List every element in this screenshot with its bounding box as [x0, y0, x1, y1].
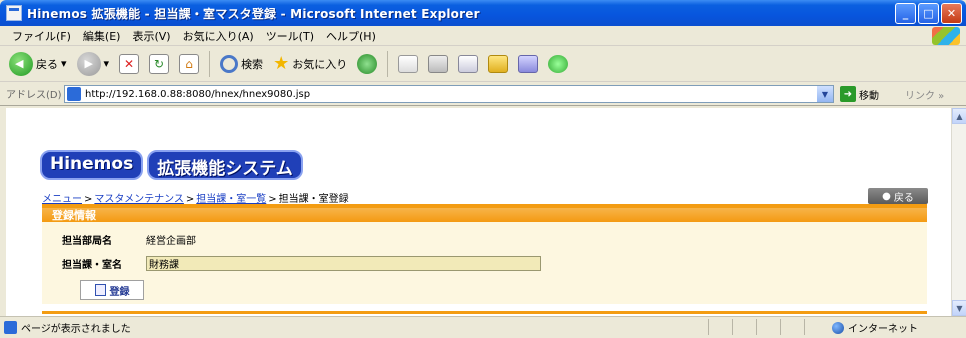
back-nav-label: 戻る — [36, 57, 58, 71]
links-button[interactable]: リンク » — [905, 87, 944, 102]
forward-dropdown-icon[interactable]: ▾ — [104, 57, 110, 70]
logo-extension-text: 拡張機能システム — [147, 150, 303, 180]
windows-logo-icon — [932, 27, 960, 45]
menu-file[interactable]: ファイル(F) — [6, 28, 77, 44]
window-controls: _ □ ✕ — [895, 3, 962, 24]
go-label: 移動 — [859, 90, 879, 102]
research-button[interactable] — [515, 53, 541, 75]
print-icon — [428, 54, 449, 73]
scroll-up-icon[interactable]: ▲ — [952, 108, 966, 124]
hinemos-logo: Hinemos 拡張機能システム — [40, 150, 303, 180]
page-content: Hinemos 拡張機能システム メニュー > マスタメンテナンス > 担当課・室一覧 >… — [6, 108, 951, 316]
research-icon — [518, 54, 539, 73]
registration-form: 担当部局名 経営企画部 担当課・室名 登録 — [42, 222, 927, 304]
menu-tools[interactable]: ツール(T) — [260, 28, 320, 44]
search-label: 検索 — [241, 57, 264, 71]
refresh-button[interactable]: ↻ — [146, 52, 172, 76]
folder-button[interactable] — [485, 53, 511, 75]
minimize-button[interactable]: _ — [895, 3, 916, 24]
mail-button[interactable] — [395, 53, 421, 75]
menu-edit[interactable]: 編集(E) — [77, 28, 127, 44]
ie-icon — [6, 5, 22, 21]
zone-label: インターネット — [848, 324, 918, 335]
favorites-label: お気に入り — [292, 57, 348, 71]
menu-help[interactable]: ヘルプ(H) — [320, 28, 382, 44]
status-cells — [708, 319, 828, 335]
registration-panel: 登録情報 担当部局名 経営企画部 担当課・室名 登録 — [42, 204, 927, 314]
address-bar: アドレス(D) http://192.168.0.88:8080/hnex/hn… — [0, 82, 966, 106]
title-bar: Hinemos 拡張機能 - 担当課・室マスタ登録 - Microsoft In… — [0, 0, 966, 26]
back-dropdown-icon[interactable]: ▾ — [61, 57, 67, 70]
menu-view[interactable]: 表示(V) — [126, 28, 176, 44]
maximize-button[interactable]: □ — [918, 3, 939, 24]
favorites-star-icon: ★ — [273, 53, 290, 74]
status-cell — [732, 319, 756, 335]
address-dropdown-icon[interactable]: ▼ — [817, 86, 833, 102]
forward-nav-button[interactable]: ▾ — [74, 50, 113, 78]
section-title: 登録情報 — [42, 208, 927, 222]
media-icon — [357, 53, 378, 74]
search-button[interactable]: 検索 — [217, 53, 266, 75]
back-circle-icon: ● — [882, 190, 891, 202]
menu-bar: ファイル(F) 編集(E) 表示(V) お気に入り(A) ツール(T) ヘルプ(… — [0, 26, 966, 46]
forward-arrow-icon — [76, 51, 101, 76]
breadcrumb: メニュー > マスタメンテナンス > 担当課・室一覧 > 担当課・室登録 — [42, 190, 349, 205]
page-back-button[interactable]: ● 戻る — [868, 188, 928, 204]
toolbar-separator — [387, 50, 389, 77]
scroll-down-icon[interactable]: ▼ — [952, 300, 966, 316]
register-label: 登録 — [109, 286, 130, 298]
toolbar-separator — [209, 50, 211, 77]
home-button[interactable]: ⌂ — [176, 52, 202, 76]
messenger-icon — [548, 54, 569, 73]
status-cell — [780, 319, 804, 335]
back-arrow-icon — [9, 51, 33, 76]
window-title: Hinemos 拡張機能 - 担当課・室マスタ登録 - Microsoft In… — [27, 6, 480, 21]
toolbar: 戻る ▾ ▾ ✕ ↻ ⌂ 検索 ★ お気に入り — [0, 46, 966, 82]
department-row: 担当部局名 経営企画部 — [62, 232, 196, 247]
internet-globe-icon — [832, 321, 844, 334]
department-label: 担当部局名 — [62, 236, 112, 247]
security-zone: インターネット — [832, 320, 918, 335]
logo-hinemos-text: Hinemos — [40, 150, 144, 180]
media-button[interactable] — [354, 52, 380, 76]
print-button[interactable] — [425, 53, 451, 75]
address-label: アドレス(D) — [6, 90, 62, 101]
status-page-icon — [4, 321, 17, 334]
refresh-icon: ↻ — [149, 53, 170, 74]
address-input[interactable]: http://192.168.0.88:8080/hnex/hnex9080.j… — [64, 85, 834, 103]
register-button[interactable]: 登録 — [80, 280, 144, 300]
department-value: 経営企画部 — [146, 236, 196, 247]
edit-page-icon — [458, 54, 479, 73]
folder-icon — [488, 54, 509, 73]
status-text: ページが表示されました — [21, 324, 131, 335]
menu-favorites[interactable]: お気に入り(A) — [177, 28, 260, 44]
section-name-row: 担当課・室名 — [62, 256, 541, 271]
home-icon: ⌂ — [179, 53, 200, 74]
status-bar: ページが表示されました インターネット — [0, 316, 966, 338]
go-button[interactable]: ➜ 移動 — [840, 86, 879, 102]
register-icon — [94, 284, 106, 296]
mail-icon — [398, 54, 419, 73]
status-cell — [804, 319, 828, 335]
address-url[interactable]: http://192.168.0.88:8080/hnex/hnex9080.j… — [85, 89, 310, 100]
go-arrow-icon: ➜ — [840, 86, 856, 102]
back-nav-button[interactable]: 戻る ▾ — [6, 50, 70, 78]
close-button[interactable]: ✕ — [941, 3, 962, 24]
edit-button[interactable] — [455, 53, 481, 75]
page-back-label: 戻る — [893, 192, 914, 204]
panel-bottom-border — [42, 311, 927, 314]
status-cell — [756, 319, 780, 335]
section-name-input[interactable] — [146, 256, 541, 271]
page-icon — [67, 87, 81, 101]
stop-button[interactable]: ✕ — [116, 52, 142, 76]
stop-icon: ✕ — [119, 53, 140, 74]
section-name-label: 担当課・室名 — [62, 260, 122, 271]
status-cell — [708, 319, 732, 335]
messenger-button[interactable] — [545, 53, 571, 75]
search-icon — [220, 54, 239, 73]
vertical-scrollbar[interactable]: ▲ ▼ — [951, 108, 966, 316]
favorites-button[interactable]: ★ お気に入り — [270, 51, 350, 76]
